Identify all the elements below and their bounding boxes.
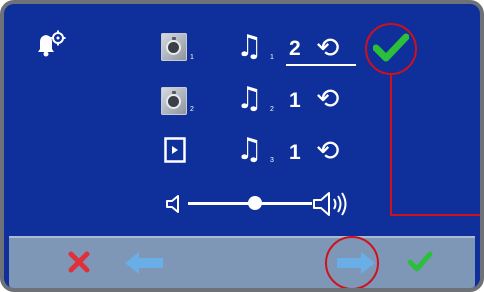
back-button[interactable] bbox=[123, 250, 165, 276]
green-check-icon[interactable] bbox=[372, 33, 410, 63]
arrow-right-icon bbox=[337, 252, 375, 274]
next-button[interactable] bbox=[335, 250, 377, 276]
selected-row-underline bbox=[286, 64, 356, 66]
music-note-icon[interactable]: ♫ bbox=[236, 84, 263, 114]
cancel-button[interactable] bbox=[67, 250, 91, 274]
source-index-2: 2 bbox=[190, 106, 194, 113]
speaker-high-icon bbox=[312, 189, 352, 219]
melody-index-3: 3 bbox=[270, 157, 274, 164]
intercom-screen: 1 ♫ 1 2 ⟲ 2 ♫ 2 1 ⟲ ♫ 3 1 ⟲ bbox=[0, 0, 484, 292]
speaker-low-icon bbox=[164, 193, 186, 215]
cancel-icon bbox=[68, 251, 90, 273]
music-note-icon[interactable]: ♫ bbox=[236, 32, 263, 62]
repeat-icon: ⟲ bbox=[316, 134, 340, 167]
camera-icon bbox=[161, 33, 187, 61]
repeat-count-2[interactable]: 1 bbox=[289, 89, 301, 113]
repeat-icon: ⟲ bbox=[316, 31, 340, 64]
source-index-1: 1 bbox=[190, 54, 194, 61]
arrow-left-icon bbox=[125, 252, 163, 274]
callout-line-vertical bbox=[390, 75, 392, 215]
camera-icon bbox=[161, 87, 187, 115]
melody-index-1: 1 bbox=[270, 54, 274, 61]
melody-index-2: 2 bbox=[270, 106, 274, 113]
confirm-button[interactable] bbox=[407, 250, 433, 274]
repeat-count-1[interactable]: 2 bbox=[289, 37, 301, 61]
repeat-icon: ⟲ bbox=[316, 82, 340, 115]
volume-knob[interactable] bbox=[248, 196, 262, 210]
repeat-count-3[interactable]: 1 bbox=[289, 141, 301, 165]
toolbar bbox=[9, 236, 475, 288]
music-note-icon[interactable]: ♫ bbox=[236, 135, 263, 165]
door-bell-icon bbox=[164, 137, 186, 163]
callout-line-horizontal bbox=[390, 214, 480, 216]
bell-settings-icon[interactable] bbox=[34, 30, 68, 60]
confirm-check-icon bbox=[407, 251, 433, 272]
